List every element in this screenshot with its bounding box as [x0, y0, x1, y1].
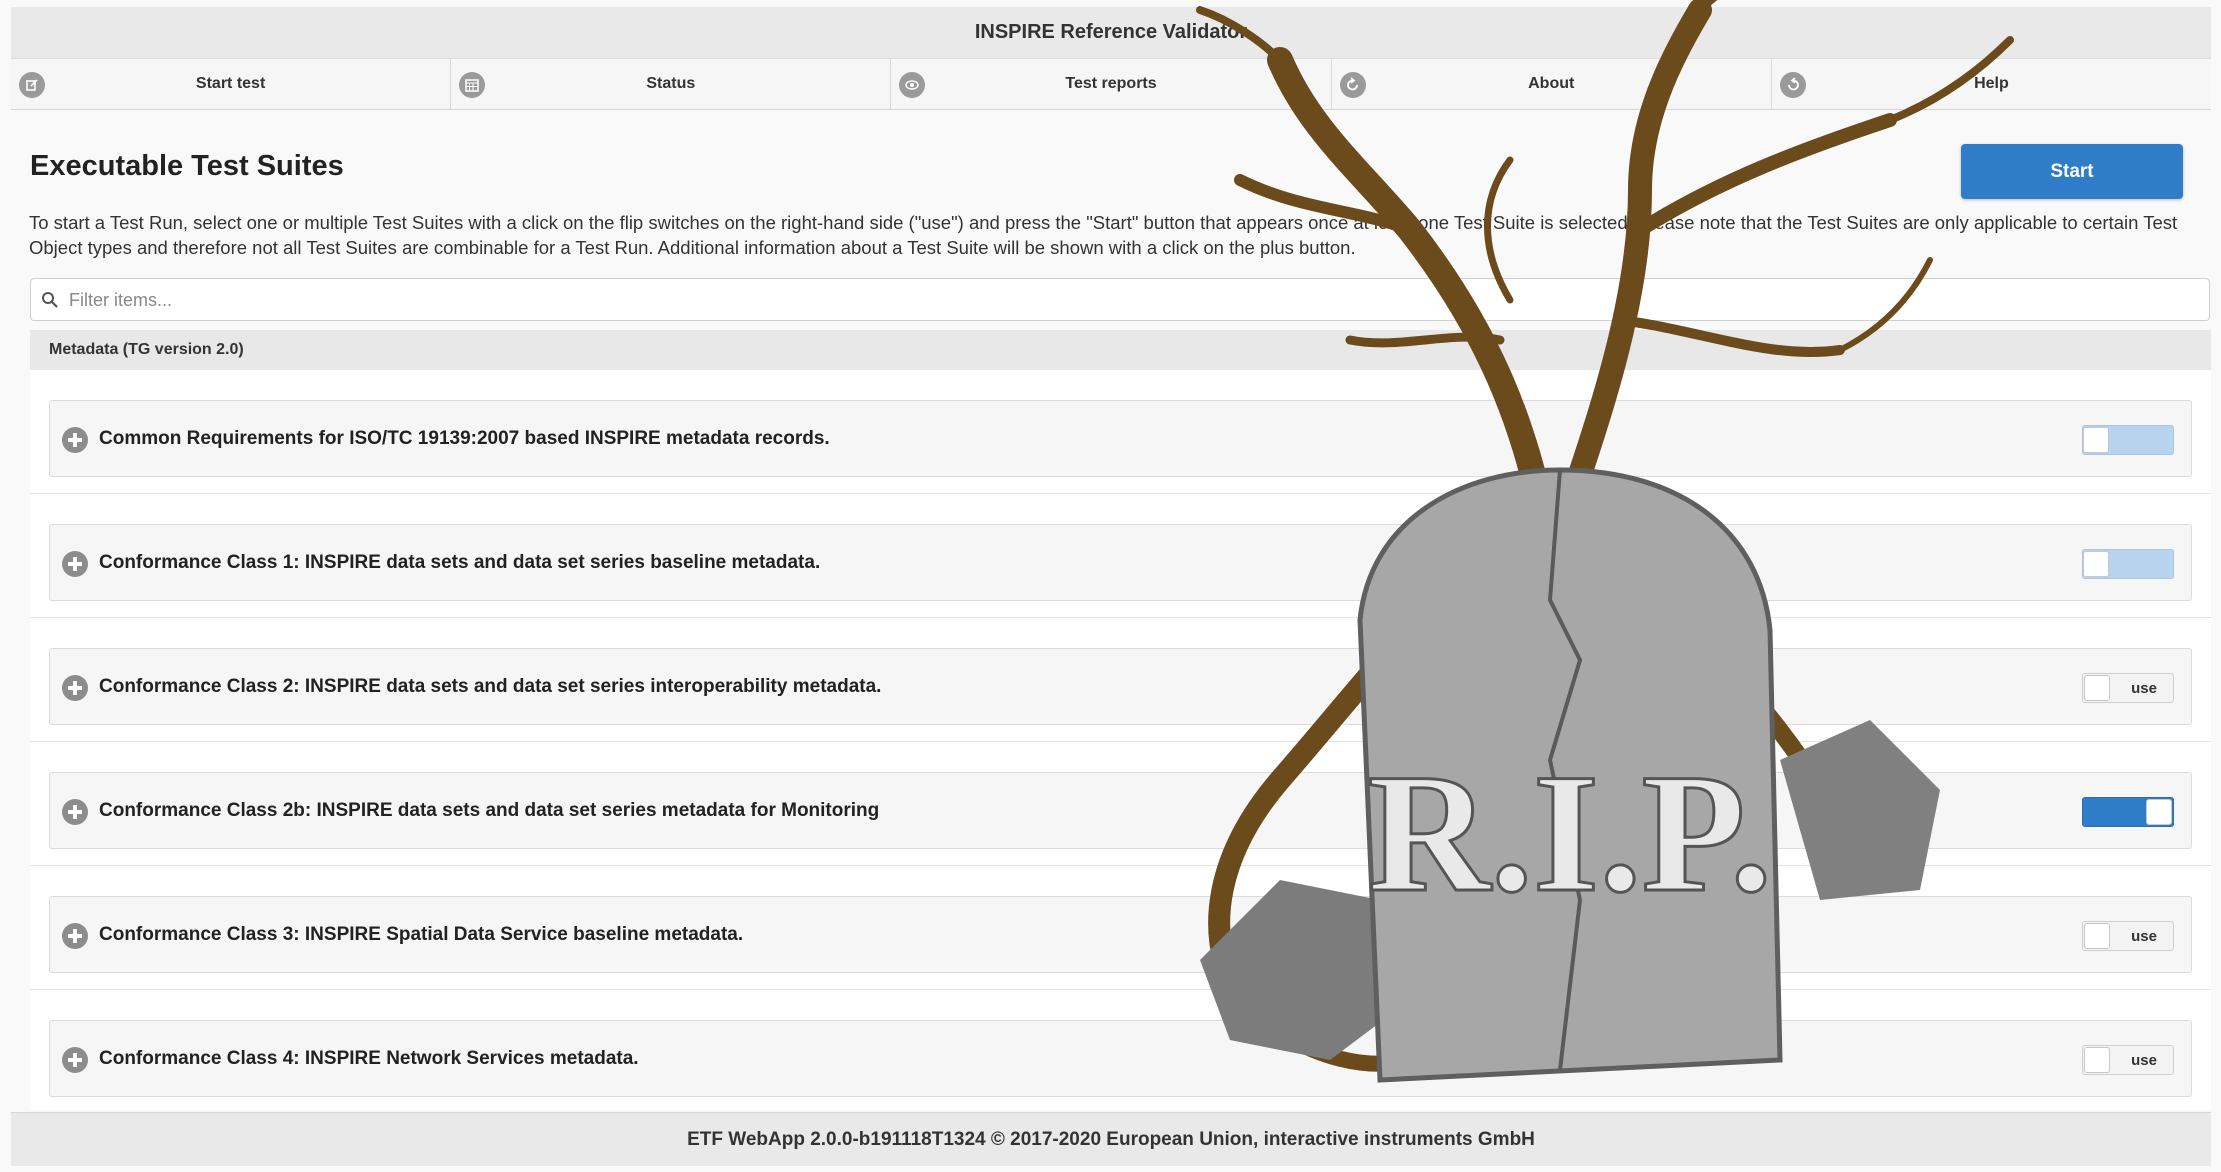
test-suite-title: Conformance Class 2: INSPIRE data sets a…	[99, 676, 882, 697]
test-suite-card: Conformance Class 1: INSPIRE data sets a…	[49, 524, 2192, 601]
expand-plus-icon[interactable]	[62, 427, 88, 453]
page-title: Executable Test Suites	[30, 150, 344, 182]
filter-input[interactable]	[67, 279, 2201, 322]
expand-plus-icon[interactable]	[62, 799, 88, 825]
nav-label: Start test	[195, 75, 266, 92]
intro-text: To start a Test Run, select one or multi…	[29, 212, 2178, 258]
nav-start-test[interactable]: Start test	[11, 59, 452, 109]
back-arrow-icon	[1339, 72, 1366, 98]
nav-label: About	[1528, 75, 1575, 92]
test-suite-row: Conformance Class 3: INSPIRE Spatial Dat…	[30, 866, 2211, 990]
switch-knob	[2084, 675, 2110, 701]
test-suite-card: Conformance Class 2b: INSPIRE data sets …	[49, 772, 2192, 849]
refresh-icon	[1779, 72, 1806, 98]
use-switch[interactable]	[2082, 425, 2174, 455]
app-title: INSPIRE Reference Validator	[11, 7, 2211, 59]
nav-help[interactable]: Help	[1772, 59, 2211, 109]
test-suite-card: Conformance Class 2: INSPIRE data sets a…	[49, 648, 2192, 725]
test-suite-row: Conformance Class 4: INSPIRE Network Ser…	[30, 990, 2211, 1110]
filter-box	[30, 278, 2210, 322]
use-switch[interactable]: use	[2082, 921, 2174, 951]
switch-knob	[2083, 551, 2109, 577]
use-switch[interactable]	[2082, 797, 2174, 827]
expand-plus-icon[interactable]	[62, 923, 88, 949]
calendar-icon	[459, 72, 486, 98]
test-suite-title: Conformance Class 1: INSPIRE data sets a…	[99, 552, 821, 573]
nav-status[interactable]: Status	[451, 59, 892, 109]
test-suite-card: Common Requirements for ISO/TC 19139:200…	[49, 400, 2192, 477]
app-window: INSPIRE Reference Validator Start test S…	[11, 7, 2211, 1166]
test-suite-title: Conformance Class 4: INSPIRE Network Ser…	[99, 1048, 639, 1069]
nav-label: Test reports	[1065, 75, 1157, 92]
switch-knob	[2084, 1047, 2110, 1073]
edit-icon	[19, 72, 45, 98]
test-suite-title: Conformance Class 3: INSPIRE Spatial Dat…	[99, 924, 744, 945]
test-suite-title: Common Requirements for ISO/TC 19139:200…	[99, 428, 830, 449]
test-suite-title: Conformance Class 2b: INSPIRE data sets …	[99, 800, 880, 821]
start-button[interactable]: Start	[1961, 144, 2183, 199]
nav-label: Status	[646, 75, 696, 92]
use-switch[interactable]	[2082, 549, 2174, 579]
use-switch[interactable]: use	[2082, 673, 2174, 703]
switch-label: use	[2131, 928, 2157, 945]
switch-knob	[2083, 427, 2109, 453]
use-switch[interactable]: use	[2082, 1045, 2174, 1075]
top-navigation: Start test Status Test reports About Hel…	[11, 59, 2211, 110]
test-suite-row: Conformance Class 2b: INSPIRE data sets …	[30, 742, 2211, 866]
switch-knob	[2084, 923, 2110, 949]
switch-knob	[2146, 799, 2172, 825]
switch-label: use	[2131, 680, 2157, 697]
test-suite-list: Common Requirements for ISO/TC 19139:200…	[30, 370, 2211, 1110]
switch-label: use	[2131, 1052, 2157, 1069]
group-header: Metadata (TG version 2.0)	[30, 330, 2211, 370]
search-icon	[42, 292, 58, 308]
test-suite-row: Conformance Class 1: INSPIRE data sets a…	[30, 494, 2211, 618]
test-suite-row: Common Requirements for ISO/TC 19139:200…	[30, 370, 2211, 494]
test-suite-card: Conformance Class 3: INSPIRE Spatial Dat…	[49, 896, 2192, 973]
eye-icon	[899, 72, 926, 98]
nav-label: Help	[1974, 75, 2009, 92]
expand-plus-icon[interactable]	[62, 1047, 88, 1073]
test-suite-row: Conformance Class 2: INSPIRE data sets a…	[30, 618, 2211, 742]
test-suite-card: Conformance Class 4: INSPIRE Network Ser…	[49, 1020, 2192, 1097]
nav-about[interactable]: About	[1332, 59, 1772, 109]
expand-plus-icon[interactable]	[62, 675, 88, 701]
expand-plus-icon[interactable]	[62, 551, 88, 577]
nav-test-reports[interactable]: Test reports	[891, 59, 1332, 109]
footer: ETF WebApp 2.0.0-b191118T1324 © 2017-202…	[11, 1112, 2211, 1166]
